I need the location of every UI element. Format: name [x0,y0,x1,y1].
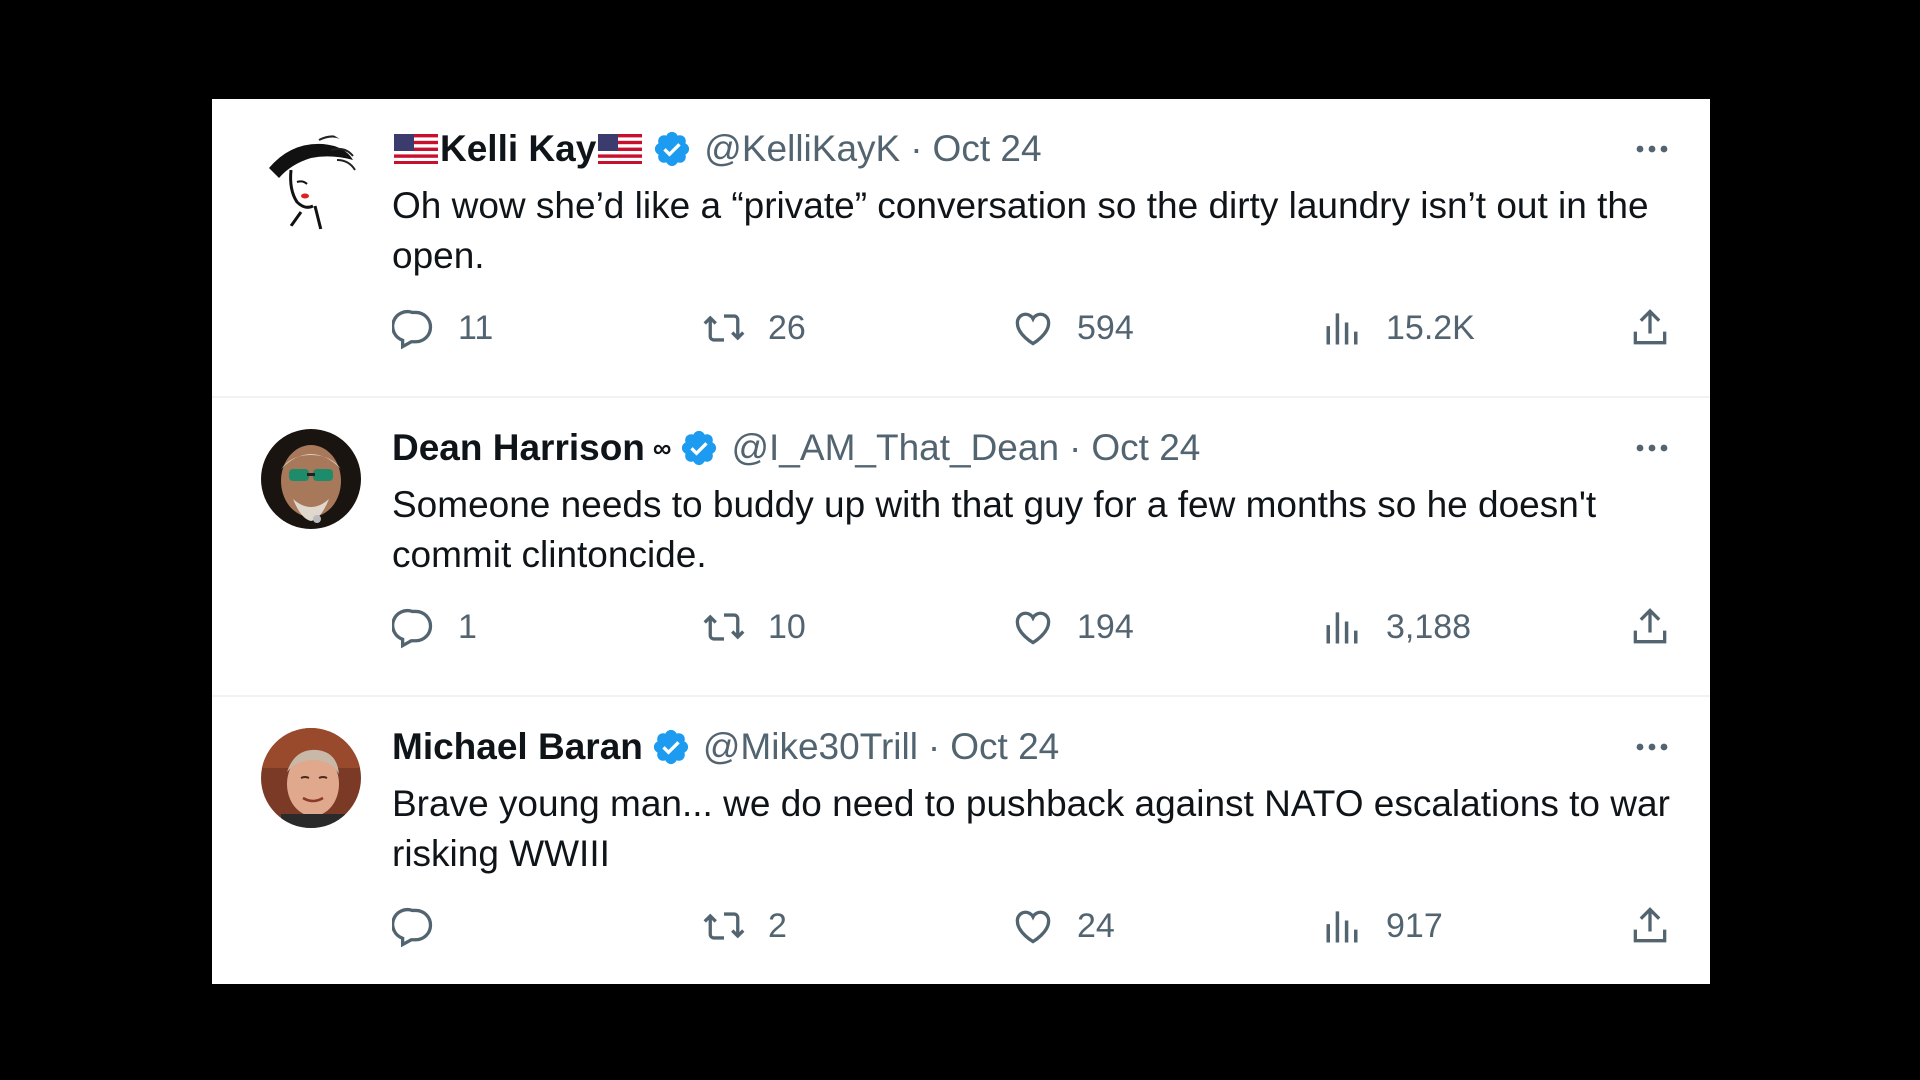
reply-icon [392,609,433,649]
heart-icon [1015,910,1051,944]
retweet-button[interactable]: 2 [702,904,787,948]
tweet-header: Kelli Kay @KelliKayK · Oct 24 [392,127,1672,171]
retweet-count: 10 [768,607,806,646]
more-icon [1636,145,1668,153]
separator: · [1069,427,1082,468]
verified-badge-icon [653,729,688,765]
retweet-button[interactable]: 26 [702,306,806,350]
share-button[interactable] [1628,605,1672,649]
tweet-actions: 2 24 917 [392,904,1672,952]
heart-icon [1015,611,1051,645]
handle[interactable]: @Mike30Trill [703,726,918,768]
timestamp[interactable]: Oct 24 [933,128,1042,170]
tweet-actions: 11 26 594 15.2K [392,306,1672,354]
timestamp[interactable]: Oct 24 [1091,427,1200,469]
more-options-button[interactable] [1632,727,1672,767]
reply-button[interactable]: 11 [392,306,493,350]
reply-thread: Kelli Kay @KelliKayK · Oct 24 Oh wow she… [212,99,1710,984]
views-button[interactable]: 15.2K [1320,306,1475,350]
share-button[interactable] [1628,904,1672,948]
tweet-header: Michael Baran @Mike30Trill · Oct 24 [392,725,1672,769]
like-button[interactable]: 594 [1011,306,1134,350]
views-button[interactable]: 917 [1320,904,1443,948]
tweet-text: Brave young man... we do need to pushbac… [392,783,1670,874]
reply-icon [392,310,433,350]
name-suffix: ∞ [652,432,672,463]
share-icon [1633,907,1667,943]
handle[interactable]: @I_AM_That_Dean [731,427,1059,469]
views-icon [1326,313,1358,345]
retweet-button[interactable]: 10 [702,605,806,649]
more-options-button[interactable] [1632,428,1672,468]
views-icon [1326,911,1358,943]
share-icon [1633,309,1667,345]
tweet-header: Dean Harrison ∞ @I_AM_That_Dean · Oct 24 [392,426,1672,470]
like-button[interactable]: 194 [1011,605,1134,649]
like-button[interactable]: 24 [1011,904,1115,948]
reply-icon [392,908,433,948]
share-button[interactable] [1628,306,1672,350]
retweet-count: 2 [768,906,787,945]
reply-button[interactable] [392,904,458,948]
retweet-icon [703,314,745,342]
view-count: 3,188 [1386,607,1472,646]
avatar[interactable] [261,130,361,230]
reply-button[interactable]: 1 [392,605,477,649]
tweet-text: Oh wow she’d like a “private” conversati… [392,185,1649,276]
tweet[interactable]: Kelli Kay @KelliKayK · Oct 24 Oh wow she… [212,99,1710,398]
us-flag-icon [394,134,438,164]
display-name[interactable]: Michael Baran [392,726,643,768]
heart-icon [1015,312,1051,346]
share-icon [1633,608,1667,644]
display-name[interactable]: Kelli Kay [440,128,596,170]
retweet-icon [703,912,745,940]
retweet-icon [703,613,745,641]
more-options-button[interactable] [1632,129,1672,169]
retweet-count: 26 [768,308,806,347]
verified-badge-icon [682,430,717,466]
tweet[interactable]: Michael Baran @Mike30Trill · Oct 24 Brav… [212,697,1710,984]
like-count: 594 [1077,308,1134,347]
views-button[interactable]: 3,188 [1320,605,1471,649]
handle[interactable]: @KelliKayK [704,128,900,170]
like-count: 194 [1077,607,1134,646]
separator: · [927,726,941,767]
tweet-actions: 1 10 194 3,188 [392,605,1672,653]
timestamp[interactable]: Oct 24 [950,726,1059,768]
more-icon [1636,444,1668,452]
verified-badge-icon [655,131,690,167]
tweet-text: Someone needs to buddy up with that guy … [392,484,1597,575]
avatar[interactable] [261,728,361,828]
tweet[interactable]: Dean Harrison ∞ @I_AM_That_Dean · Oct 24… [212,398,1710,697]
view-count: 917 [1386,906,1443,945]
reply-count: 1 [458,607,477,646]
reply-count: 11 [458,308,494,347]
avatar[interactable] [261,429,361,529]
view-count: 15.2K [1386,308,1475,347]
separator: · [910,128,923,169]
us-flag-icon [598,134,643,164]
more-icon [1636,743,1668,751]
views-icon [1326,612,1358,644]
display-name[interactable]: Dean Harrison [392,427,645,469]
like-count: 24 [1077,906,1115,945]
